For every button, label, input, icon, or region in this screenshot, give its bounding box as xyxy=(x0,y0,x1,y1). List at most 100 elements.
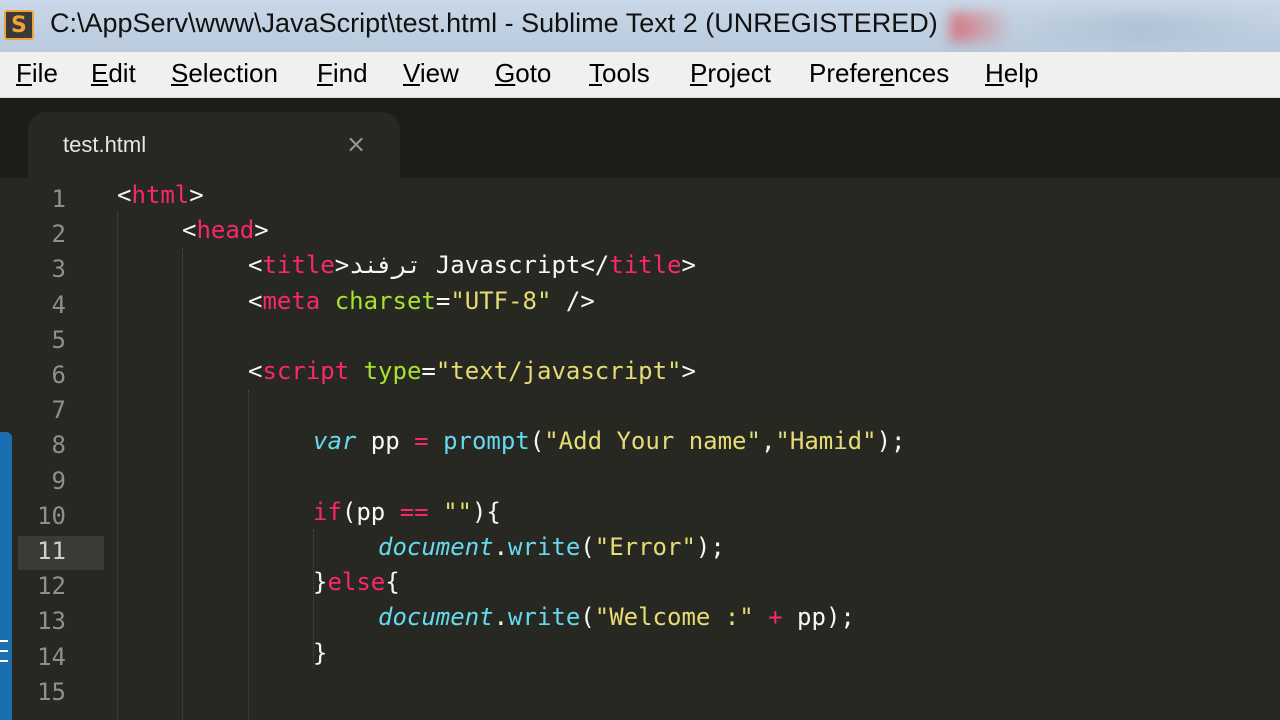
code-token: type xyxy=(363,357,422,385)
window-controls-blurred xyxy=(950,12,1270,42)
menu-mnemonic: E xyxy=(91,58,109,88)
code-token: } xyxy=(313,638,328,667)
indent-guide xyxy=(182,248,183,720)
menu-item-3[interactable]: Find xyxy=(317,58,368,89)
code-token: "" xyxy=(443,497,472,526)
code-token: title xyxy=(609,251,682,280)
menu-item-4[interactable]: View xyxy=(403,58,459,89)
code-line: <head> xyxy=(182,213,269,247)
code-line: <title>ترفند Javascript</title> xyxy=(248,248,696,282)
menu-label-part: roject xyxy=(707,58,771,88)
code-line: } xyxy=(313,636,327,670)
code-token: == xyxy=(399,497,429,526)
menu-mnemonic: F xyxy=(317,58,333,88)
menu-item-6[interactable]: Tools xyxy=(589,58,650,89)
code-token: ){ xyxy=(471,497,501,526)
indent-guide xyxy=(117,212,118,720)
code-token: = xyxy=(435,286,451,315)
code-token: (pp xyxy=(341,497,400,526)
code-token: document xyxy=(378,533,494,561)
menu-label-part: election xyxy=(188,58,278,88)
menu-mnemonic: H xyxy=(985,58,1004,88)
code-token: else xyxy=(327,568,386,597)
menu-label-part: dit xyxy=(108,58,136,88)
code-token: } xyxy=(313,568,328,597)
menu-item-5[interactable]: Goto xyxy=(495,58,551,89)
code-token: < xyxy=(117,181,132,209)
code-token: < xyxy=(248,286,263,315)
menu-mnemonic: S xyxy=(171,58,189,88)
code-token: document xyxy=(378,603,494,632)
menu-label-part: oto xyxy=(515,58,552,88)
code-token: if xyxy=(313,497,342,526)
code-token: html xyxy=(131,181,190,209)
code-line: if(pp == ""){ xyxy=(313,495,501,529)
code-token: "Hamid" xyxy=(775,427,877,456)
window-title: C:\AppServ\www\JavaScript\test.html - Su… xyxy=(50,8,938,38)
menu-mnemonic: T xyxy=(589,58,602,88)
menu-mnemonic: G xyxy=(495,58,516,88)
code-token: , xyxy=(760,427,776,456)
code-token: > xyxy=(681,357,696,385)
code-token: >ترفند Javascript</ xyxy=(334,251,610,280)
code-token: > xyxy=(254,216,269,245)
menu-item-9[interactable]: Help xyxy=(985,58,1038,89)
code-area[interactable]: <html> <head> <title>ترفند Javascript</tit… xyxy=(0,178,1280,720)
code-editor[interactable]: 1 2 3 4 5 6 7 8 9 10 11 12 13 14 15 <html> <head> <title… xyxy=(0,178,1280,720)
code-token: pp xyxy=(356,427,415,456)
code-token: ); xyxy=(876,427,906,456)
menu-icon xyxy=(0,640,8,662)
code-token: pp); xyxy=(782,603,855,632)
code-token: = xyxy=(414,427,429,456)
code-token: title xyxy=(262,251,335,280)
code-token: "Add Your name" xyxy=(544,427,761,456)
code-token: + xyxy=(768,603,783,632)
code-token: ( xyxy=(580,603,595,632)
menu-item-1[interactable]: Edit xyxy=(91,58,136,89)
app-icon-letter: S xyxy=(11,13,27,38)
code-token: > xyxy=(681,251,696,280)
code-token: prompt xyxy=(443,427,530,456)
code-token: . xyxy=(493,533,509,561)
code-line: <html> xyxy=(117,178,204,212)
sublime-text-icon[interactable]: S xyxy=(4,10,34,40)
menu-label-part: nces xyxy=(894,58,950,88)
code-token: meta xyxy=(262,286,321,315)
menu-label-part: Prefer xyxy=(809,58,880,88)
code-token: ( xyxy=(580,533,595,561)
code-token: { xyxy=(385,568,400,597)
close-icon[interactable]: × xyxy=(346,130,366,158)
code-line: document.write("Error"); xyxy=(378,530,725,564)
code-token: "UTF-8" xyxy=(450,286,552,315)
menu-label-part: ind xyxy=(332,58,368,88)
menu-item-7[interactable]: Project xyxy=(690,58,771,89)
taskbar-edge xyxy=(0,432,12,720)
code-token: head xyxy=(196,216,255,245)
code-token: ( xyxy=(529,427,545,456)
indent-guide xyxy=(313,530,314,668)
menu-item-8[interactable]: Preferences xyxy=(809,58,949,89)
tab-test-html[interactable]: test.html × xyxy=(28,112,400,178)
menu-bar: File Edit Selection Find View Goto Tools Projec… xyxy=(0,52,1280,98)
code-token: write xyxy=(508,603,581,632)
menu-label-part: iew xyxy=(419,58,459,88)
code-token: > xyxy=(189,181,204,209)
code-token: /> xyxy=(551,286,595,315)
code-token: = xyxy=(421,357,436,385)
code-token: . xyxy=(493,603,509,632)
menu-item-2[interactable]: Selection xyxy=(171,58,278,89)
menu-mnemonic: P xyxy=(690,58,708,88)
code-token: ); xyxy=(695,533,725,561)
code-line: <meta charset="UTF-8" /> xyxy=(248,284,595,318)
menu-item-0[interactable]: File xyxy=(16,58,58,89)
code-token: < xyxy=(248,357,263,385)
code-line: var pp = prompt("Add Your name","Hamid")… xyxy=(313,424,905,458)
tab-bar: test.html × xyxy=(0,98,1280,178)
code-token: charset xyxy=(334,286,436,315)
tab-label: test.html xyxy=(63,132,147,157)
